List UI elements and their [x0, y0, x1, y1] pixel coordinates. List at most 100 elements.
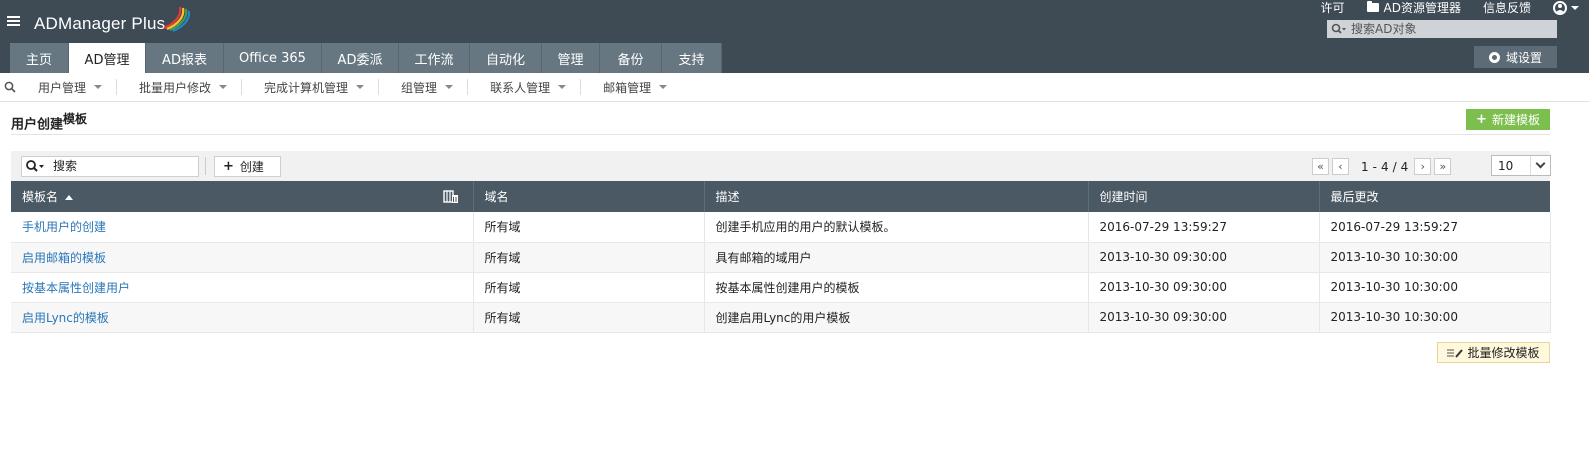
- tab-label: 主页: [25, 52, 52, 68]
- tab-home[interactable]: 主页: [10, 43, 69, 73]
- page-range-total: 4: [1400, 159, 1409, 174]
- submenu-user-management[interactable]: 用户管理: [20, 79, 118, 95]
- plus-icon: +: [223, 158, 234, 174]
- modified-time-cell: 2013-10-30 10:30:00: [1319, 272, 1551, 303]
- tab-workflow[interactable]: 工作流: [399, 43, 470, 73]
- hamburger-menu-icon[interactable]: [7, 14, 21, 28]
- logo-swoosh-icon: [163, 6, 190, 32]
- column-header-domain[interactable]: 域名: [473, 181, 705, 212]
- column-header-template-name[interactable]: 模板名: [11, 181, 474, 212]
- feedback-label: 信息反馈: [1482, 1, 1531, 15]
- submenu-label: 联系人管理: [490, 80, 551, 95]
- column-header-modified[interactable]: 最后更改: [1319, 181, 1550, 212]
- submenu-label: 完成计算机管理: [264, 80, 349, 95]
- column-chooser-icon[interactable]: [442, 188, 459, 204]
- table-row: 手机用户的创建 所有域 创建手机应用的用户的默认模板。 2016-07-29 1…: [11, 212, 1551, 243]
- domain-cell: 所有域: [473, 212, 705, 243]
- last-page-button[interactable]: »: [1434, 158, 1452, 175]
- pagination: « ‹ 1-4/4 › »: [1312, 158, 1454, 175]
- template-name-link[interactable]: 手机用户的创建: [11, 212, 474, 243]
- global-search-input[interactable]: [1351, 22, 1551, 36]
- ad-explorer-label: AD资源管理器: [1383, 1, 1461, 15]
- chevron-down-icon: [219, 85, 228, 89]
- search-dropdown-icon[interactable]: [1327, 20, 1351, 38]
- chevron-down-icon: [356, 85, 365, 89]
- next-page-button[interactable]: ›: [1414, 158, 1432, 175]
- table-toolbar: + 创建 « ‹ 1-4/4 › » 10: [11, 151, 1551, 181]
- feedback-link[interactable]: 信息反馈: [1483, 0, 1531, 16]
- tab-label: 自动化: [485, 52, 525, 68]
- tab-backup[interactable]: 备份: [600, 43, 662, 73]
- bulk-modify-templates-button[interactable]: 批量修改模板: [1437, 342, 1550, 363]
- submenu-label: 用户管理: [38, 80, 87, 95]
- submenu-bulk-user-modify[interactable]: 批量用户修改: [117, 79, 243, 95]
- new-template-label: 新建模板: [1491, 113, 1540, 127]
- template-name-link[interactable]: 启用邮箱的模板: [11, 242, 474, 273]
- tab-label: Office 365: [239, 50, 306, 66]
- column-header-label: 创建时间: [1099, 190, 1148, 204]
- page-range-start: 1: [1361, 159, 1369, 174]
- app-logo[interactable]: ADManager Plus: [34, 14, 165, 34]
- page-size-value: 10: [1498, 158, 1514, 173]
- new-template-button[interactable]: + 新建模板: [1466, 109, 1550, 130]
- table-row: 按基本属性创建用户 所有域 按基本属性创建用户的模板 2013-10-30 09…: [11, 272, 1551, 303]
- chevron-down-icon: [1571, 5, 1579, 10]
- sort-ascending-icon: [65, 195, 74, 200]
- submenu-group-management[interactable]: 组管理: [379, 79, 469, 95]
- tab-support[interactable]: 支持: [662, 43, 722, 73]
- description-cell: 创建手机应用的用户的默认模板。: [704, 212, 1089, 243]
- column-header-label: 模板名: [22, 190, 59, 204]
- tab-label: AD委派: [337, 52, 383, 68]
- toolbar-divider: [205, 157, 206, 175]
- description-cell: 按基本属性创建用户的模板: [704, 272, 1089, 303]
- table-header-row: 模板名 域名 描述 创建时间 最后更改: [11, 181, 1550, 212]
- license-label: 许可: [1320, 1, 1345, 15]
- search-dropdown-icon[interactable]: [25, 159, 47, 173]
- templates-table: 模板名 域名 描述 创建时间 最后更改 手机用户的创建 所有域 创建手机应用的用…: [11, 181, 1551, 333]
- first-page-button[interactable]: «: [1312, 158, 1329, 175]
- page-size-select[interactable]: 10: [1491, 155, 1551, 176]
- prev-page-button[interactable]: ‹: [1332, 158, 1349, 175]
- main-tabs: 主页 AD管理 AD报表 Office 365 AD委派 工作流 自动化 管理 …: [10, 43, 722, 73]
- column-header-description[interactable]: 描述: [704, 181, 1089, 212]
- user-avatar-icon: [1553, 0, 1567, 15]
- tab-ad-reports[interactable]: AD报表: [146, 43, 224, 73]
- submenu-mailbox-management[interactable]: 邮箱管理: [581, 79, 681, 95]
- column-header-label: 域名: [484, 190, 509, 204]
- chevron-down-icon: [659, 85, 668, 89]
- page-range-slash: /: [1392, 159, 1397, 174]
- template-name-link[interactable]: 启用Lync的模板: [11, 302, 474, 333]
- title-divider: [11, 134, 1550, 135]
- domain-cell: 所有域: [473, 272, 705, 303]
- search-icon[interactable]: [4, 79, 20, 95]
- user-menu[interactable]: [1553, 0, 1579, 15]
- tab-office365[interactable]: Office 365: [224, 43, 322, 73]
- chevron-down-icon: [1530, 156, 1550, 175]
- template-name-link[interactable]: 按基本属性创建用户: [11, 272, 474, 303]
- domain-cell: 所有域: [473, 242, 705, 273]
- tab-ad-delegation[interactable]: AD委派: [322, 43, 399, 73]
- column-header-created[interactable]: 创建时间: [1088, 181, 1320, 212]
- domain-settings-button[interactable]: 域设置: [1474, 46, 1557, 68]
- plus-icon: +: [1476, 112, 1487, 127]
- submenu-computer-management[interactable]: 完成计算机管理: [242, 79, 380, 95]
- description-cell: 创建启用Lync的用户模板: [704, 302, 1089, 333]
- license-link[interactable]: 许可: [1321, 0, 1345, 16]
- tab-label: 工作流: [414, 52, 454, 68]
- folder-icon: [1366, 1, 1379, 12]
- modified-time-cell: 2013-10-30 10:30:00: [1319, 302, 1551, 333]
- submenu-contact-management[interactable]: 联系人管理: [468, 79, 582, 95]
- table-search-input[interactable]: [53, 159, 183, 173]
- submenu-label: 邮箱管理: [603, 80, 652, 95]
- bulk-modify-label: 批量修改模板: [1467, 346, 1540, 360]
- submenu-label: 批量用户修改: [139, 80, 212, 95]
- domain-settings-label: 域设置: [1505, 50, 1542, 65]
- tab-automation[interactable]: 自动化: [470, 43, 542, 73]
- tab-label: 备份: [617, 52, 644, 68]
- ad-explorer-link[interactable]: AD资源管理器: [1366, 0, 1461, 16]
- create-button[interactable]: + 创建: [214, 155, 281, 177]
- submenu-label: 组管理: [401, 80, 438, 95]
- tab-ad-management[interactable]: AD管理: [69, 43, 146, 73]
- tab-admin[interactable]: 管理: [542, 43, 600, 73]
- create-label: 创建: [239, 159, 264, 174]
